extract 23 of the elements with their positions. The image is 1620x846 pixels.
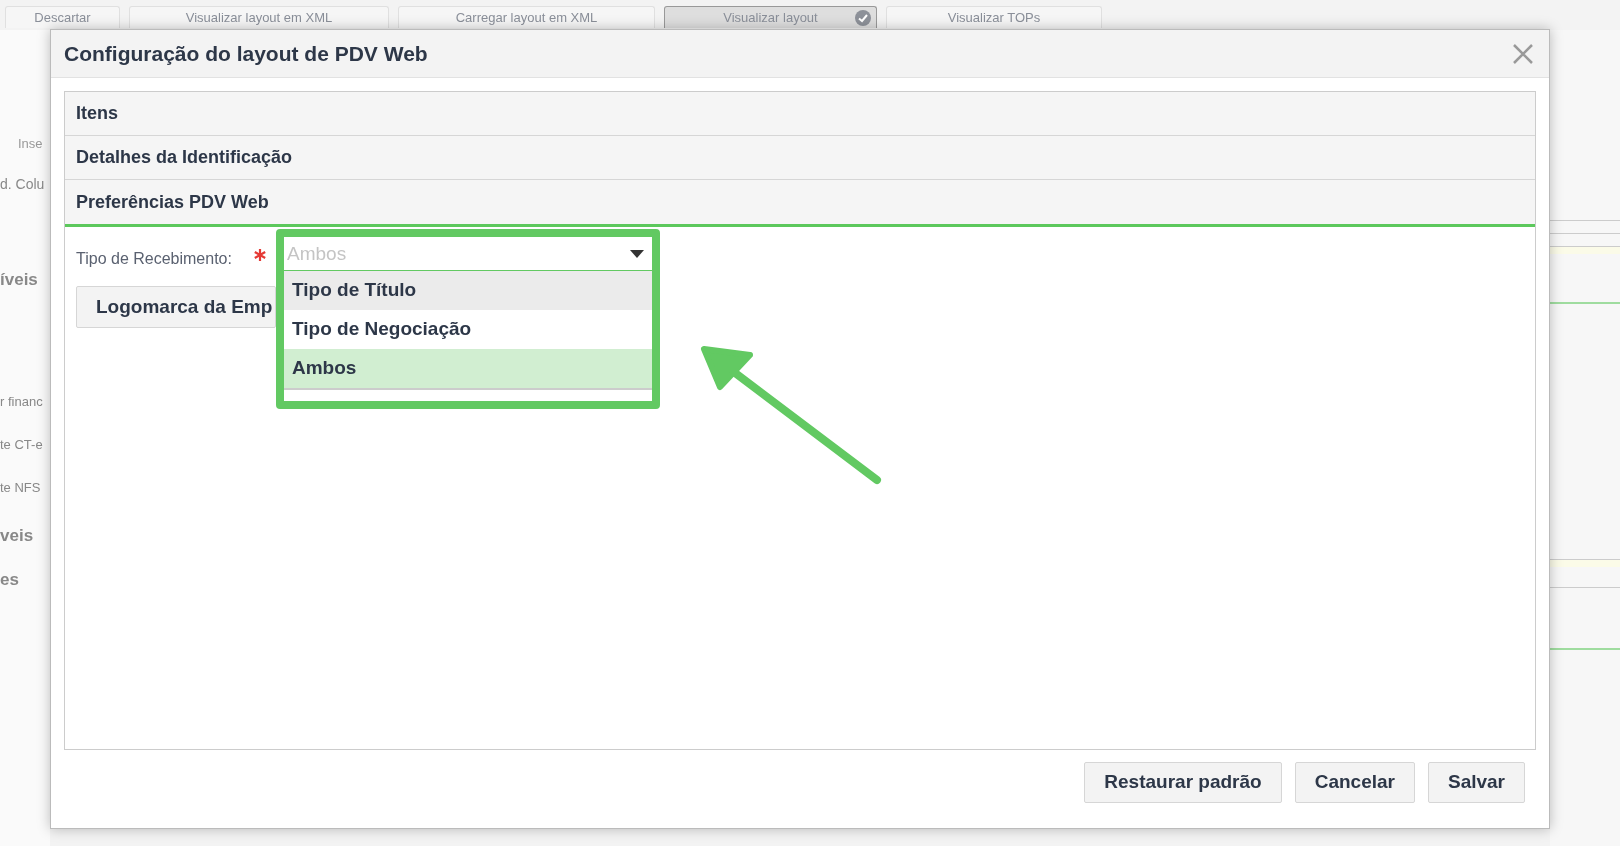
dialog-title: Configuração do layout de PDV Web: [64, 40, 428, 67]
footer-button[interactable]: Restaurar padrão: [1084, 762, 1282, 803]
footer-button[interactable]: Salvar: [1427, 762, 1525, 803]
list-item-text: r financ: [0, 393, 44, 411]
dropdown-option[interactable]: Ambos: [284, 349, 652, 388]
section-heading: veis: [0, 527, 35, 545]
section-heading: es: [0, 571, 20, 589]
row-highlight: [1550, 559, 1620, 567]
section-heading: íveis: [0, 271, 39, 289]
list-item-text: te CT-e: [0, 436, 44, 454]
list-item-text: te NFS: [0, 479, 42, 497]
dropdown-option[interactable]: Tipo de Título: [284, 271, 652, 310]
accordion-header[interactable]: Detalhes da Identificação: [65, 136, 1535, 180]
accordion-header[interactable]: Preferências PDV Web: [65, 180, 1535, 227]
caret-icon: [630, 250, 644, 258]
check-circle-icon: [854, 9, 872, 27]
field-label: Tipo de Recebimento:: [76, 249, 232, 269]
accordion-header[interactable]: Itens: [65, 92, 1535, 136]
list-item-text: d. Colu: [0, 175, 46, 193]
logo-button[interactable]: Logomarca da Emp: [76, 286, 276, 328]
row-highlight: [1550, 246, 1620, 254]
footer-button[interactable]: Cancelar: [1294, 762, 1415, 803]
close-icon: [1512, 42, 1534, 65]
